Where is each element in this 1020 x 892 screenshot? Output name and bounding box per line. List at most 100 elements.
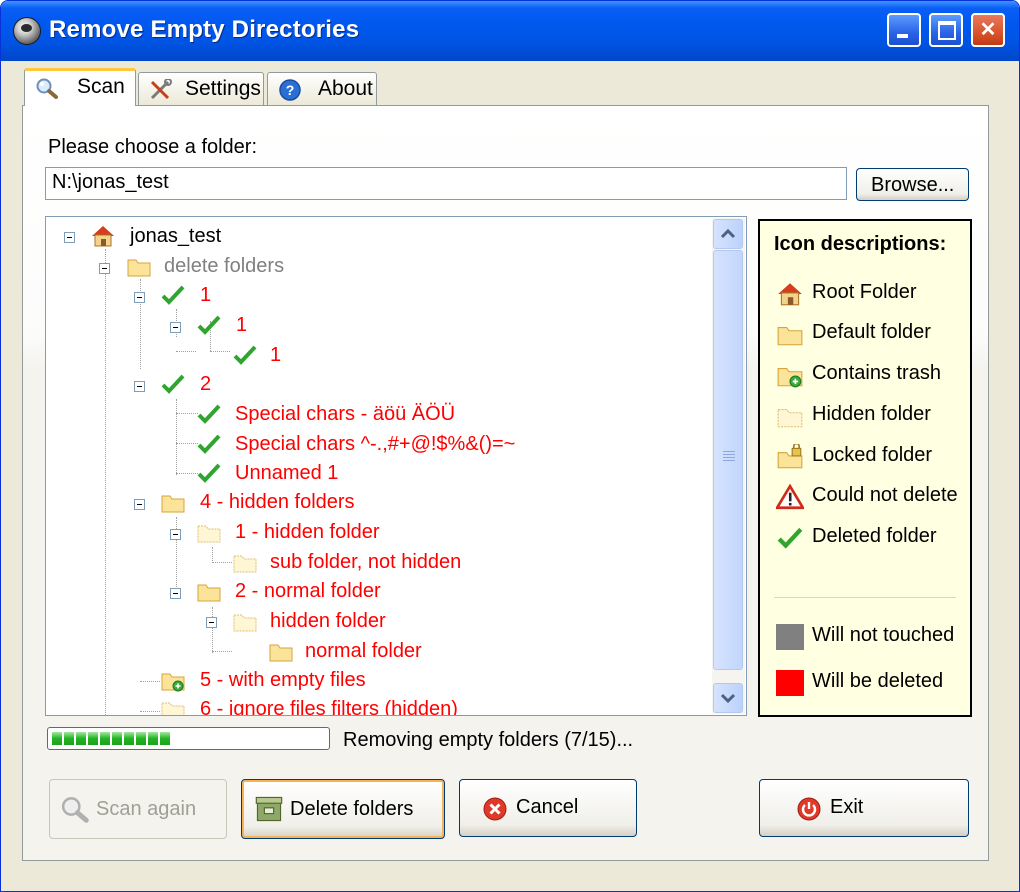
progress-block bbox=[64, 732, 74, 745]
tab-about-label: About bbox=[318, 77, 373, 100]
tree-label: hidden folder bbox=[270, 610, 386, 632]
tree-label: normal folder bbox=[305, 640, 422, 662]
tree-expander[interactable] bbox=[64, 232, 75, 243]
cancel-icon bbox=[483, 797, 507, 821]
folder-icon bbox=[127, 259, 151, 277]
tree-expander[interactable] bbox=[206, 617, 217, 628]
warning-icon bbox=[776, 484, 804, 510]
legend-item: Deleted folder bbox=[772, 523, 968, 553]
window-title: Remove Empty Directories bbox=[49, 16, 360, 43]
cancel-label: Cancel bbox=[516, 796, 579, 818]
progress-block bbox=[124, 732, 134, 745]
tree-label: delete folders bbox=[164, 255, 285, 277]
hidden-folder-icon bbox=[233, 555, 257, 573]
tab-scan[interactable]: Scan bbox=[24, 68, 136, 106]
tree-label: Unnamed 1 bbox=[235, 462, 339, 484]
chevron-up-icon bbox=[720, 228, 736, 239]
legend-color-item: Will not touched bbox=[772, 622, 968, 652]
legend-label: Will not touched bbox=[812, 624, 955, 646]
tree-expander[interactable] bbox=[170, 588, 181, 599]
tree-label: sub folder, not hidden bbox=[270, 551, 462, 573]
exit-button[interactable]: Exit bbox=[759, 779, 969, 837]
legend-separator bbox=[774, 597, 956, 598]
app-icon[interactable] bbox=[13, 17, 41, 45]
tree-expander[interactable] bbox=[134, 381, 145, 392]
app-window: Remove Empty Directories ✕ Scan Settings bbox=[0, 0, 1020, 892]
tab-settings[interactable]: Settings bbox=[138, 72, 264, 105]
legend-label: Could not delete bbox=[812, 484, 958, 506]
folder-icon bbox=[197, 584, 221, 602]
tree-expander[interactable] bbox=[170, 529, 181, 540]
legend-item: Could not delete bbox=[772, 482, 968, 512]
legend-item: Default folder bbox=[772, 319, 968, 349]
maximize-icon bbox=[938, 21, 956, 40]
legend-item: Hidden folder bbox=[772, 401, 968, 431]
folder-icon bbox=[269, 644, 293, 662]
browse-button[interactable]: Browse... bbox=[856, 168, 969, 201]
minimize-button[interactable] bbox=[887, 13, 921, 47]
progress-block bbox=[52, 732, 62, 745]
tree-label: jonas_test bbox=[130, 225, 222, 247]
chevron-down-icon bbox=[720, 693, 736, 704]
tab-about[interactable]: ? About bbox=[267, 72, 377, 105]
title-bar[interactable]: Remove Empty Directories ✕ bbox=[1, 1, 1019, 61]
help-icon: ? bbox=[279, 79, 301, 101]
tree-expander[interactable] bbox=[170, 322, 181, 333]
folder-tree[interactable]: jonas_test delete folders 1 1 1 2 Specia… bbox=[45, 216, 747, 716]
progress-bar bbox=[47, 727, 330, 750]
legend-item: Locked folder bbox=[772, 442, 968, 472]
close-button[interactable]: ✕ bbox=[971, 13, 1005, 47]
progress-block bbox=[136, 732, 146, 745]
check-icon bbox=[197, 315, 221, 335]
scroll-up-button[interactable] bbox=[713, 219, 743, 249]
tree-label: 1 bbox=[236, 314, 248, 336]
magnifier-icon bbox=[61, 797, 89, 823]
exit-label: Exit bbox=[830, 796, 864, 818]
icon-legend: Icon descriptions: Root Folder Default f… bbox=[758, 219, 972, 717]
tree-label: 2 bbox=[200, 373, 212, 395]
check-icon bbox=[197, 404, 221, 424]
tree-expander[interactable] bbox=[134, 292, 145, 303]
tree-label: 1 bbox=[270, 344, 282, 366]
trash-icon bbox=[255, 796, 283, 822]
hidden-folder-icon bbox=[197, 525, 221, 543]
check-icon bbox=[233, 345, 257, 365]
tree-label: 6 - ignore files filters (hidden) bbox=[200, 698, 458, 716]
legend-item: Root Folder bbox=[772, 279, 968, 309]
folder-path-input[interactable]: N:\jonas_test bbox=[45, 167, 847, 200]
magnifier-icon bbox=[36, 78, 58, 99]
locked-folder-icon bbox=[777, 444, 803, 469]
scroll-thumb[interactable] bbox=[713, 250, 743, 670]
red-swatch bbox=[776, 670, 804, 696]
minimize-icon bbox=[897, 34, 908, 38]
tree-label: 4 - hidden folders bbox=[200, 491, 355, 513]
legend-item: Contains trash bbox=[772, 360, 968, 390]
check-icon bbox=[777, 527, 803, 549]
check-icon bbox=[161, 374, 185, 394]
folder-icon bbox=[161, 495, 185, 513]
tab-settings-label: Settings bbox=[185, 77, 261, 100]
folder-prompt: Please choose a folder: bbox=[48, 136, 258, 158]
tree-scrollbar[interactable] bbox=[712, 218, 745, 714]
tree-label: Special chars ^-.,#+@!$%&()=~ bbox=[235, 433, 516, 455]
hidden-folder-icon bbox=[777, 409, 803, 428]
legend-label: Root Folder bbox=[812, 281, 917, 303]
progress-block bbox=[88, 732, 98, 745]
root-folder-icon bbox=[92, 226, 114, 247]
tree-label: 2 - normal folder bbox=[235, 580, 381, 602]
delete-folders-button[interactable]: Delete folders bbox=[241, 779, 445, 839]
tree-expander[interactable] bbox=[134, 499, 145, 510]
hidden-folder-icon bbox=[161, 702, 185, 715]
maximize-button[interactable] bbox=[929, 13, 963, 47]
scroll-down-button[interactable] bbox=[713, 683, 743, 713]
legend-label: Hidden folder bbox=[812, 403, 931, 425]
power-icon bbox=[797, 797, 821, 821]
hidden-folder-icon bbox=[233, 614, 257, 632]
tree-label: 1 bbox=[200, 284, 212, 306]
cancel-button[interactable]: Cancel bbox=[459, 779, 637, 837]
tree-label: 5 - with empty files bbox=[200, 669, 366, 691]
tree-expander[interactable] bbox=[99, 263, 110, 274]
scan-again-button[interactable]: Scan again bbox=[49, 779, 227, 839]
browse-button-label: Browse... bbox=[871, 174, 955, 196]
check-icon bbox=[197, 434, 221, 454]
